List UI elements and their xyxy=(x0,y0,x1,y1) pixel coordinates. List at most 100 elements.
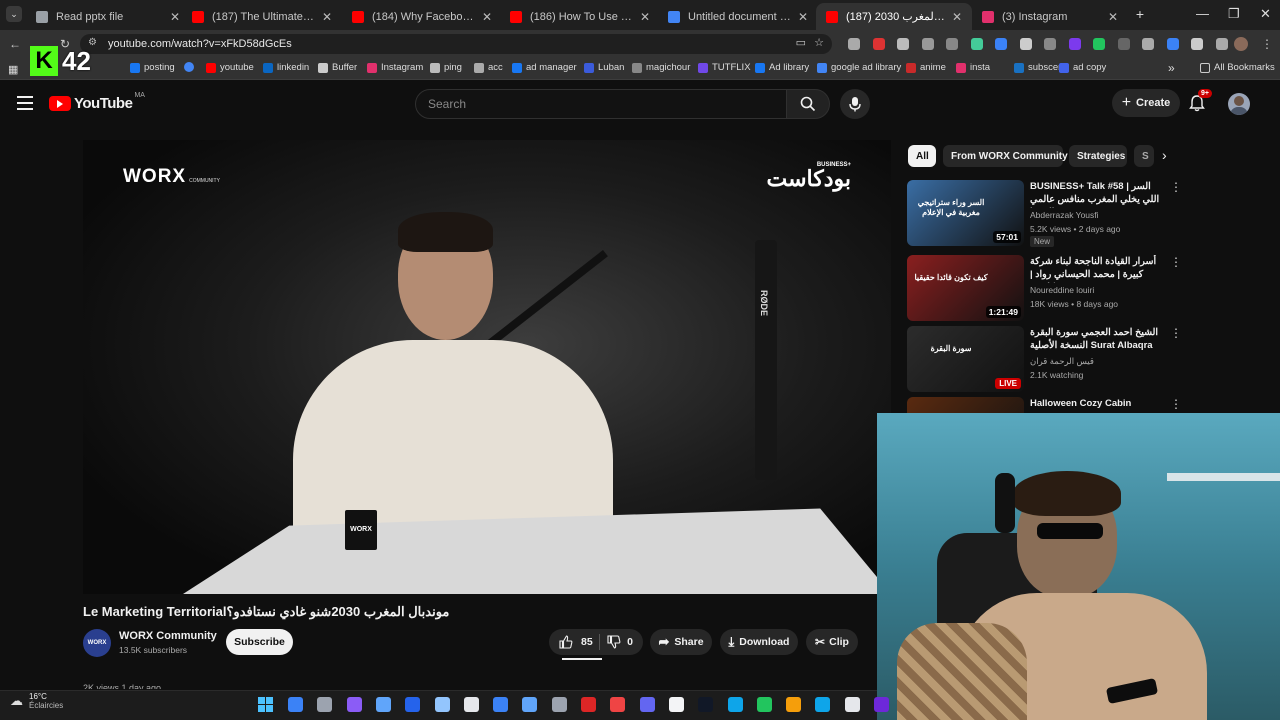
extension-icon[interactable] xyxy=(848,38,860,50)
bookmark-item[interactable]: TUTFLIX xyxy=(698,62,751,73)
clip-button[interactable]: ✂ Clip xyxy=(806,629,858,655)
bookmark-item[interactable]: Luban xyxy=(584,62,624,73)
more-options-icon[interactable]: ⋮ xyxy=(1170,180,1182,194)
taskbar-app-icon[interactable] xyxy=(288,697,303,712)
bookmark-item[interactable]: anime xyxy=(906,62,946,73)
taskbar-app-icon[interactable] xyxy=(346,697,362,712)
bookmark-star-icon[interactable]: ☆ xyxy=(814,36,824,49)
profile-avatar[interactable] xyxy=(1234,37,1248,51)
taskbar-app-icon[interactable] xyxy=(581,697,596,712)
recommended-title[interactable]: الشيخ احمد العجمي سورة البقرة النسخة الأ… xyxy=(1030,326,1165,354)
bookmark-item[interactable]: Buffer xyxy=(318,62,357,73)
address-bar[interactable]: ⚙ youtube.com/watch?v=xFkD58dGcEs ▭ ☆ xyxy=(80,34,832,54)
tab-close-icon[interactable]: ✕ xyxy=(798,10,808,24)
hamburger-menu-icon[interactable] xyxy=(17,96,33,110)
channel-name[interactable]: WORX Community xyxy=(119,630,217,642)
start-button[interactable] xyxy=(258,697,273,712)
bookmark-item[interactable]: ad manager xyxy=(512,62,577,73)
extension-icon[interactable] xyxy=(970,38,983,50)
taskbar-app-icon[interactable] xyxy=(698,697,714,712)
video-player[interactable]: WORX COMMUNITY BUSINESS+ بودكاست RØDE WO… xyxy=(83,140,891,594)
create-button[interactable]: + Create xyxy=(1112,89,1180,117)
taskbar-app-icon[interactable] xyxy=(727,697,743,712)
taskbar-app-icon[interactable] xyxy=(815,697,831,712)
bookmark-item[interactable]: linkedin xyxy=(263,62,309,73)
dislike-button[interactable]: 0 xyxy=(607,635,633,649)
browser-tab[interactable]: Untitled document - Google ✕ xyxy=(658,3,818,30)
taskbar-app-icon[interactable] xyxy=(610,697,626,712)
taskbar-app-icon[interactable] xyxy=(317,697,333,712)
recommended-title[interactable]: BUSINESS+ Talk #58 | السر اللي يخلي المغ… xyxy=(1030,180,1165,208)
filter-chip[interactable]: S xyxy=(1134,145,1154,167)
taskbar-app-icon[interactable] xyxy=(639,697,655,712)
bookmark-item[interactable]: magichour xyxy=(632,62,690,73)
taskbar-app-icon[interactable] xyxy=(756,697,772,712)
close-window-icon[interactable]: ✕ xyxy=(1260,6,1271,22)
back-icon[interactable]: ← xyxy=(8,37,22,51)
bookmark-item[interactable]: youtube xyxy=(206,62,254,73)
tab-close-icon[interactable]: ✕ xyxy=(952,10,962,24)
recommended-channel[interactable]: Noureddine louiri xyxy=(1030,285,1094,295)
more-options-icon[interactable]: ⋮ xyxy=(1170,397,1182,411)
bookmark-item[interactable]: google ad library xyxy=(817,62,901,73)
apps-grid-icon[interactable]: ▦ xyxy=(8,63,18,76)
more-options-icon[interactable]: ⋮ xyxy=(1170,326,1182,340)
bookmark-item[interactable]: ping xyxy=(430,62,462,73)
extension-icon[interactable] xyxy=(1068,38,1081,50)
bookmark-item[interactable]: Ad library xyxy=(755,62,809,73)
notifications-button[interactable]: 9+ xyxy=(1188,89,1212,114)
youtube-logo[interactable]: YouTube MA xyxy=(49,92,145,112)
weather-widget[interactable]: ☁ 16°C Éclaircies xyxy=(10,692,63,710)
filter-chip[interactable]: From WORX Community xyxy=(943,145,1068,167)
bookmark-item[interactable]: posting xyxy=(130,62,175,73)
menu-dots-icon[interactable]: ⋮ xyxy=(1260,37,1274,51)
download-button[interactable]: ⤓ Download xyxy=(720,629,798,655)
taskbar-app-icon[interactable] xyxy=(844,697,860,712)
extension-icon[interactable] xyxy=(1117,38,1130,50)
extension-icon[interactable] xyxy=(897,38,909,50)
browser-tab[interactable]: (187) موندبال المغرب 2030 ✕ xyxy=(816,3,972,30)
browser-tab[interactable]: (186) How To Use TikTok LIVE ✕ xyxy=(500,3,660,30)
tab-search-button[interactable]: ⌄ xyxy=(6,6,22,22)
taskbar-app-icon[interactable] xyxy=(668,697,684,712)
more-options-icon[interactable]: ⋮ xyxy=(1170,255,1182,269)
video-thumbnail[interactable]: سورة البقرة LIVE xyxy=(907,326,1024,392)
video-thumbnail[interactable]: السر وراء ستراتيجي مغربية في الإعلام 57:0… xyxy=(907,180,1024,246)
cast-icon[interactable]: ▭ xyxy=(796,36,806,49)
voice-search-button[interactable] xyxy=(840,89,870,119)
taskbar-app-icon[interactable] xyxy=(874,697,889,712)
extension-icon[interactable] xyxy=(1044,38,1056,50)
extension-icon[interactable] xyxy=(1215,38,1228,50)
bookmark-item[interactable]: ad copy xyxy=(1059,62,1106,73)
taskbar-app-icon[interactable] xyxy=(786,697,802,712)
browser-tab[interactable]: (184) Why Facebook Ads Are ✕ xyxy=(342,3,502,30)
bookmark-item[interactable]: Instagram xyxy=(367,62,423,73)
bookmark-item[interactable] xyxy=(184,62,198,72)
taskbar-app-icon[interactable] xyxy=(493,697,509,712)
channel-avatar[interactable]: WORX xyxy=(83,629,111,657)
video-thumbnail[interactable] xyxy=(907,397,1024,413)
extension-icon[interactable] xyxy=(872,38,885,50)
video-thumbnail[interactable]: كيف تكون قائدا حقيقيا 1:21:49 xyxy=(907,255,1024,321)
bookmarks-overflow-icon[interactable]: » xyxy=(1168,61,1175,75)
extension-icon[interactable] xyxy=(1093,38,1105,50)
like-button[interactable]: 85 xyxy=(559,635,593,649)
extension-icon[interactable] xyxy=(1142,38,1154,50)
search-button[interactable] xyxy=(786,89,830,119)
recommended-video[interactable]: كيف تكون قائدا حقيقيا 1:21:49 أسرار القياد… xyxy=(907,255,1182,321)
browser-tab[interactable]: (3) Instagram ✕ xyxy=(972,3,1128,30)
extension-icon[interactable] xyxy=(1019,38,1032,50)
browser-tab[interactable]: (187) The Ultimate Digital Ma ✕ xyxy=(182,3,342,30)
recommended-video[interactable]: Halloween Cozy Cabin ⋮ xyxy=(907,397,1182,413)
all-bookmarks-link[interactable]: All Bookmarks xyxy=(1200,62,1275,73)
taskbar-app-icon[interactable] xyxy=(375,697,391,712)
taskbar-app-icon[interactable] xyxy=(434,697,450,712)
filter-chip[interactable]: All xyxy=(908,145,936,167)
tab-close-icon[interactable]: ✕ xyxy=(170,10,180,24)
tab-close-icon[interactable]: ✕ xyxy=(322,10,332,24)
recommended-channel[interactable]: قيس الرحمة قران xyxy=(1030,356,1094,367)
bookmark-item[interactable]: insta xyxy=(956,62,990,73)
tab-close-icon[interactable]: ✕ xyxy=(482,10,492,24)
new-tab-button[interactable]: + xyxy=(1132,6,1148,22)
restore-icon[interactable]: ❐ xyxy=(1228,6,1240,22)
